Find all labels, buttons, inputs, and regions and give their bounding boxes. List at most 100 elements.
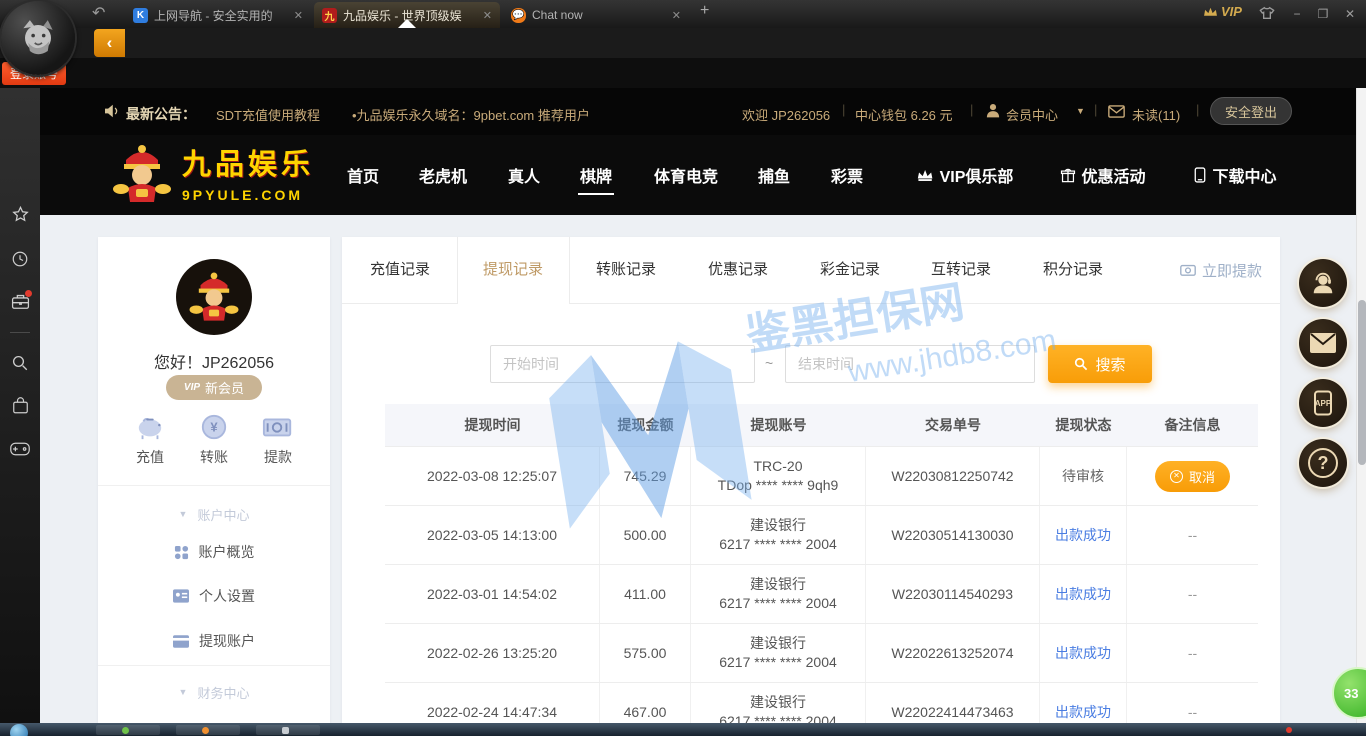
member-level-badge: VIP 新会员	[166, 375, 262, 400]
menu-section-account-center[interactable]: ▼ 账户中心	[98, 499, 330, 529]
nav-sports[interactable]: 体育电竞	[654, 163, 718, 187]
start-time-input[interactable]	[490, 345, 755, 383]
browser-tab-chat[interactable]: 💬 Chat now ✕	[503, 2, 689, 28]
chevron-down-icon: ▼	[179, 687, 188, 697]
window-close-button[interactable]: ✕	[1339, 5, 1361, 23]
taskbar-app-2[interactable]	[176, 725, 240, 735]
status-success-link[interactable]: 出款成功	[1055, 526, 1111, 545]
withdraw-now-link[interactable]: 立即提款	[1180, 237, 1262, 303]
taskbar-app-1[interactable]	[96, 725, 160, 735]
svg-text:APP: APP	[1315, 399, 1332, 408]
tab-mutual-records[interactable]: 互转记录	[931, 237, 991, 303]
cell-time: 2022-03-08 12:25:07	[385, 447, 600, 505]
nav-live[interactable]: 真人	[508, 163, 540, 187]
app-store-bag-icon[interactable]	[0, 397, 40, 415]
unread-messages-link[interactable]: 未读(11)	[1132, 105, 1180, 124]
tab-promo-records[interactable]: 优惠记录	[708, 237, 768, 303]
wallet-balance: 中心钱包 6.26 元	[855, 105, 953, 124]
history-clock-icon[interactable]	[0, 250, 40, 268]
messages-button[interactable]	[1299, 319, 1347, 367]
quick-withdraw[interactable]: 提款	[245, 413, 311, 467]
menu-label: 个人设置	[199, 586, 255, 606]
cell-account: 建设银行6217 **** **** 2004	[691, 506, 866, 564]
note-text: --	[1188, 585, 1197, 604]
menu-section-finance-center[interactable]: ▼ 财务中心	[98, 677, 330, 707]
status-success-link[interactable]: 出款成功	[1055, 585, 1111, 604]
search-button[interactable]: 搜索	[1048, 345, 1152, 383]
table-row: 2022-02-24 14:47:34 467.00 建设银行6217 ****…	[385, 682, 1258, 723]
cancel-button[interactable]: ✕取消	[1155, 461, 1230, 492]
menu-item-withdraw-account[interactable]: 提现账户	[98, 626, 330, 656]
app-download-button[interactable]: APP	[1299, 379, 1347, 427]
menu-item-personal-settings[interactable]: 个人设置	[98, 581, 330, 611]
nav-download[interactable]: 下载中心	[1193, 163, 1276, 187]
favorites-star-icon[interactable]	[0, 205, 40, 224]
cell-time: 2022-03-05 14:13:00	[385, 506, 600, 564]
browser-back-history-icon[interactable]: ↶	[92, 3, 105, 23]
tab-close-icon[interactable]: ✕	[483, 9, 492, 22]
scrollbar-thumb[interactable]	[1358, 300, 1366, 465]
nav-slots[interactable]: 老虎机	[419, 163, 467, 187]
new-tab-button[interactable]: +	[700, 2, 709, 20]
window-restore-button[interactable]: ❐	[1312, 5, 1334, 23]
chevron-down-icon[interactable]: ▼	[1076, 106, 1085, 116]
tab-bonus-records[interactable]: 彩金记录	[820, 237, 880, 303]
tab-transfer-records[interactable]: 转账记录	[596, 237, 656, 303]
end-time-input[interactable]	[785, 345, 1035, 383]
announce-item[interactable]: •九品娱乐永久域名：9pbet.com 推荐用户	[352, 105, 590, 124]
tab-withdraw-records[interactable]: 提现记录	[483, 237, 543, 303]
speaker-icon	[104, 104, 120, 118]
tab-close-icon[interactable]: ✕	[672, 9, 681, 22]
browser-vip-button[interactable]: VIP	[1203, 4, 1242, 19]
start-orb[interactable]	[10, 724, 28, 736]
window-minimize-button[interactable]: −	[1286, 5, 1308, 23]
games-gamepad-icon[interactable]	[0, 442, 40, 456]
search-icon[interactable]	[0, 354, 40, 372]
grid-icon	[174, 545, 189, 560]
nav-label: 下载中心	[1212, 163, 1276, 187]
logout-button[interactable]: 安全登出	[1210, 97, 1292, 125]
skin-theme-icon[interactable]	[1259, 6, 1275, 25]
nav-lottery[interactable]: 彩票	[831, 163, 863, 187]
back-button[interactable]: ‹	[94, 29, 125, 57]
quick-deposit[interactable]: 充值	[117, 413, 183, 467]
crown-icon	[917, 169, 934, 182]
tab-close-icon[interactable]: ✕	[294, 9, 303, 22]
site-logo[interactable]: 九品娱乐 9PYULE.COM	[110, 141, 314, 207]
col-header: 提现金额	[600, 404, 691, 446]
status-success-link[interactable]: 出款成功	[1055, 644, 1111, 663]
tab-points-records[interactable]: 积分记录	[1043, 237, 1103, 303]
customer-service-button[interactable]	[1299, 259, 1347, 307]
cell-account: 建设银行6217 **** **** 2004	[691, 565, 866, 623]
nav-cards[interactable]: 棋牌	[580, 163, 612, 187]
help-button[interactable]: ?	[1299, 439, 1347, 487]
status-success-link[interactable]: 出款成功	[1055, 703, 1111, 722]
member-person-icon	[986, 103, 1000, 118]
announce-label: 最新公告：	[126, 104, 196, 124]
quick-transfer[interactable]: ¥ 转账	[181, 413, 247, 467]
table-row: 2022-03-08 12:25:07 745.29 TRC-20TDop **…	[385, 446, 1258, 505]
menu-item-account-overview[interactable]: 账户概览	[98, 537, 330, 567]
cell-note: --	[1127, 683, 1258, 723]
cell-amount: 575.00	[600, 624, 691, 682]
cell-status: 待审核	[1040, 447, 1127, 505]
taskbar-app-3[interactable]	[256, 725, 320, 735]
browser-tab-navigation[interactable]: K 上网导航 - 安全实用的 ✕	[125, 2, 311, 28]
nav-fishing[interactable]: 捕鱼	[758, 163, 790, 187]
member-center-link[interactable]: 会员中心	[1006, 105, 1058, 124]
browser-logo-leopard[interactable]	[1, 1, 75, 75]
announce-item[interactable]: SDT充值使用教程	[216, 105, 320, 124]
nav-home[interactable]: 首页	[347, 163, 379, 187]
tab-deposit-records[interactable]: 充值记录	[370, 237, 430, 303]
nav-vip-club[interactable]: VIP俱乐部	[917, 163, 1014, 187]
tray-notification-dot	[1286, 727, 1292, 733]
account-number: 6217 **** **** 2004	[719, 653, 837, 672]
toolbox-briefcase-icon[interactable]	[0, 293, 40, 310]
nav-promotions[interactable]: 优惠活动	[1060, 163, 1145, 187]
cell-account: 建设银行6217 **** **** 2004	[691, 683, 866, 723]
cell-amount: 745.29	[600, 447, 691, 505]
cell-note: ✕取消	[1127, 447, 1258, 505]
mascot-avatar-icon	[187, 270, 241, 324]
col-header: 交易单号	[866, 404, 1040, 446]
brand-domain: 9PYULE.COM	[182, 187, 314, 203]
